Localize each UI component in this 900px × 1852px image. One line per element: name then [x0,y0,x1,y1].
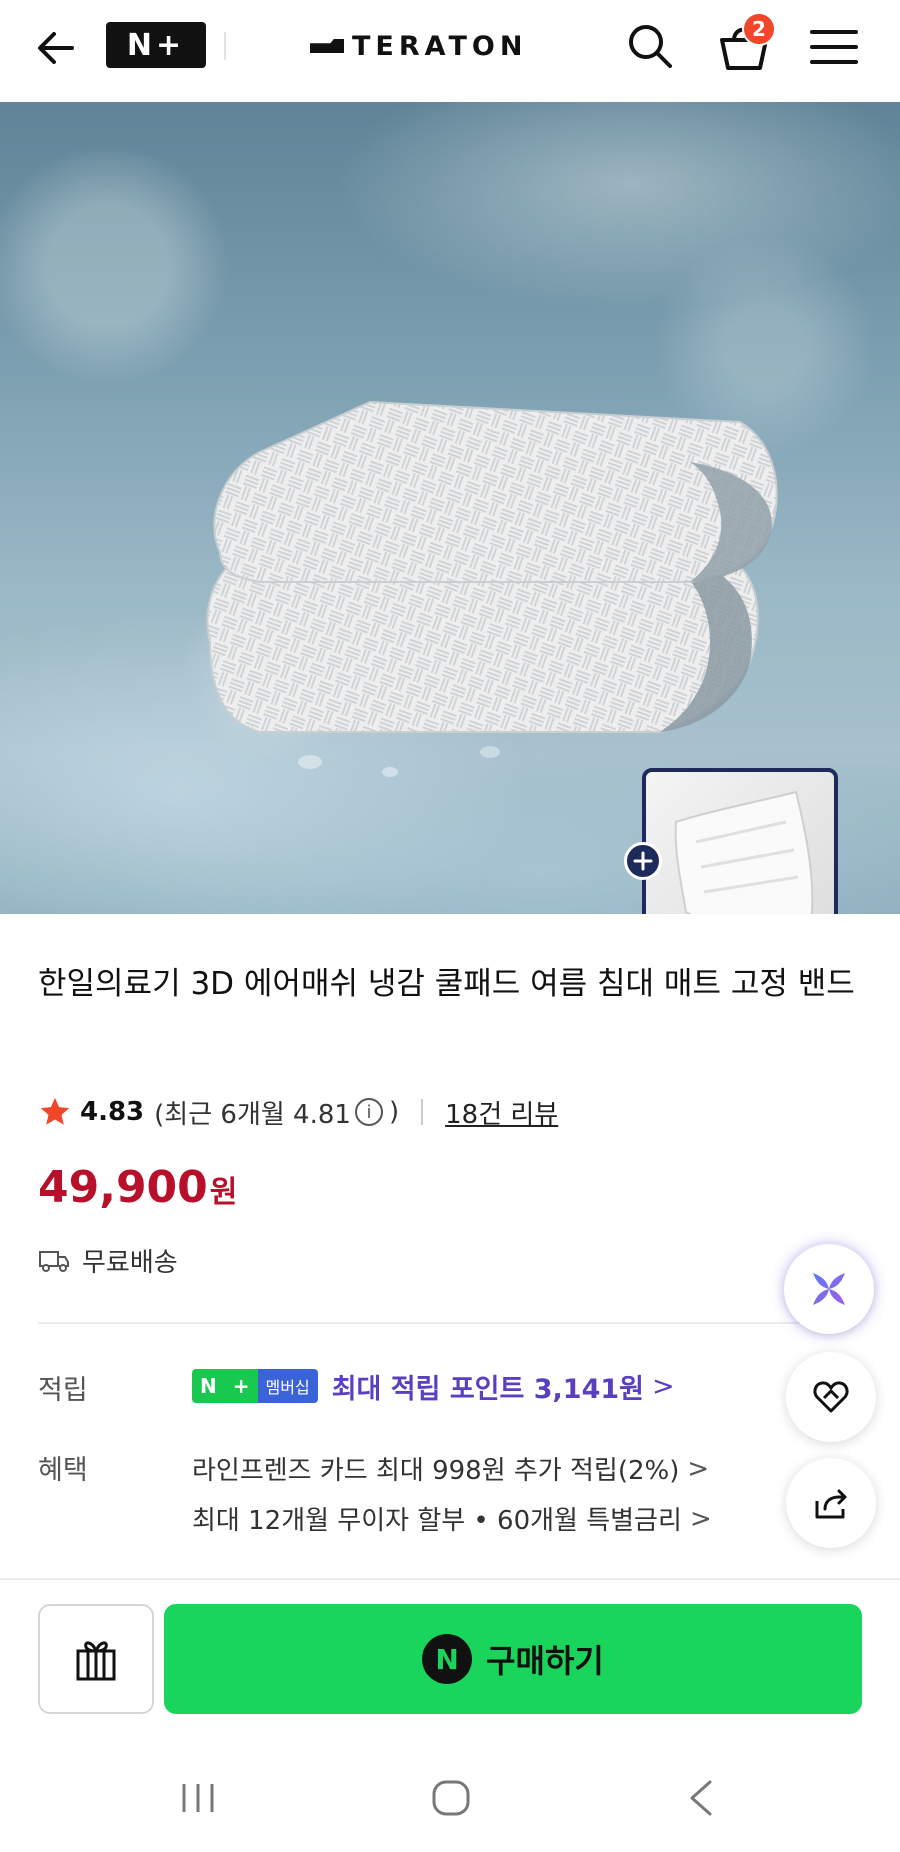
recent-rating-close: ) [388,1097,400,1127]
gift-icon [76,1641,116,1681]
heart-icon [813,1381,849,1413]
pillow-image [674,790,814,914]
shipping-text: 무료배송 [82,1247,178,1278]
review-count-link[interactable]: 18건 리뷰 [445,1094,558,1131]
share-button[interactable] [786,1458,876,1548]
truck-icon [39,1251,69,1272]
points-row[interactable]: N + 멤버십 최대 적립 포인트 3,141원 > [192,1364,675,1408]
nplus-membership-badge: N + 멤버십 [192,1369,318,1403]
badge-n: N [192,1369,225,1403]
add-plus-icon[interactable] [624,842,662,880]
back-arrow-icon[interactable] [32,24,80,72]
gift-button[interactable] [38,1604,154,1714]
recents-icon[interactable] [178,1778,218,1818]
brand-logo[interactable]: TERATON [310,26,527,66]
benefit-card-text: 라인프렌즈 카드 최대 998원 추가 적립(2%) [192,1456,680,1486]
pillow-thumbnail[interactable] [642,768,838,914]
benefit-installment-text: 최대 12개월 무이자 할부 • 60개월 특별금리 [192,1506,682,1536]
cool-pad-product-image [206,400,778,777]
benefit-card-line[interactable]: 라인프렌즈 카드 최대 998원 추가 적립(2%) > [192,1450,709,1487]
product-image-carousel[interactable]: 1 / 10 [0,102,900,914]
recent-rating: (최근 6개월 4.81 [154,1099,351,1130]
nplus-logo[interactable]: N+ [106,22,206,68]
naver-n-icon: N [422,1634,473,1684]
benefit-installment-line[interactable]: 최대 12개월 무이자 할부 • 60개월 특별금리 > [192,1500,712,1537]
app-header: N+ TERATON 2 [0,0,900,102]
share-icon [815,1489,847,1519]
section-divider [38,1322,808,1324]
buy-button-label: 구매하기 [486,1642,604,1680]
badge-member: 멤버십 [257,1369,318,1403]
rating-value: 4.83 [80,1097,145,1127]
rating-divider [421,1099,424,1125]
brand-mark-icon [310,39,344,53]
price: 49,900 원 [38,1162,237,1213]
badge-plus: + [224,1369,258,1403]
product-title: 한일의료기 3D 에어매쉬 냉감 쿨패드 여름 침대 매트 고정 밴드 [38,966,855,1002]
cart-count-badge: 2 [742,12,776,46]
chevron-right-icon: > [652,1370,675,1402]
max-points-text: 최대 적립 포인트 3,141원 [331,1373,645,1405]
chevron-right-icon: > [689,1503,712,1534]
benefits-label: 혜택 [38,1455,88,1486]
ai-sparkle-icon [813,1273,845,1305]
system-back-icon[interactable] [686,1778,716,1818]
price-value: 49,900 [38,1162,208,1213]
chevron-right-icon: > [687,1453,710,1484]
price-unit: 원 [209,1175,238,1210]
star-icon [40,1097,70,1125]
points-label: 적립 [38,1375,88,1406]
shipping-info: 무료배송 [38,1240,178,1280]
info-icon[interactable]: i [354,1098,383,1126]
home-icon[interactable] [430,1778,472,1818]
buy-button[interactable]: N 구매하기 [164,1604,862,1714]
rating-row: 4.83 (최근 6개월 4.81 i ) 18건 리뷰 [38,1092,558,1132]
like-button[interactable] [786,1352,876,1442]
brand-name: TERATON [352,30,528,62]
menu-icon[interactable] [808,22,860,72]
nplus-logo-text: N+ [126,27,186,63]
search-icon[interactable] [622,18,678,74]
ai-assistant-button[interactable] [784,1244,874,1334]
bottom-bar-divider [0,1578,900,1580]
header-divider [224,32,226,60]
